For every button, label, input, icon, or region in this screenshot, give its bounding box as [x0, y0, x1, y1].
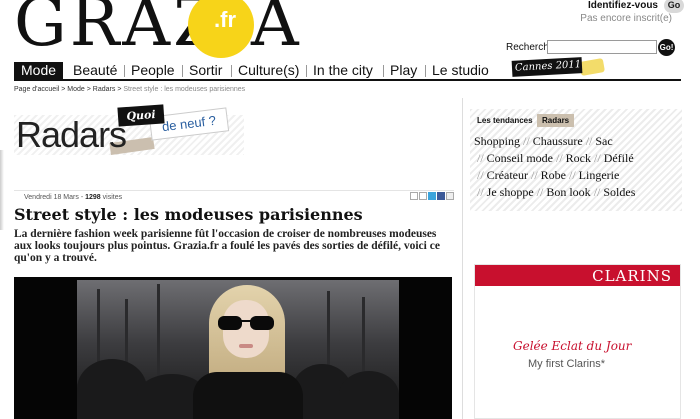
share-icons [409, 192, 454, 202]
login-link[interactable]: Identifiez-vous [588, 0, 658, 11]
cannes-label: Cannes [514, 60, 553, 74]
tag-je-shoppe[interactable]: Je shoppe [487, 185, 534, 199]
nav-separator [425, 65, 426, 77]
breadcrumb: Page d'accueil > Mode > Radars > Street … [14, 86, 245, 93]
nav-item-sortir[interactable]: Sortir [189, 62, 222, 79]
tag-rock[interactable]: Rock [566, 151, 591, 165]
nav-separator [306, 65, 307, 77]
tag-separator: // [477, 168, 484, 182]
left-edge-shadow [0, 150, 4, 230]
plus-icon[interactable] [446, 192, 454, 200]
photo-sunglasses [218, 316, 274, 330]
article-meta: Vendredi 18 Mars - 1298 visites [14, 190, 454, 203]
facebook-icon[interactable] [437, 192, 445, 200]
nav-item-mode[interactable]: Mode [14, 62, 64, 79]
nav-item-cultures[interactable]: Culture(s) [238, 62, 299, 79]
article-date: Vendredi 18 Mars [24, 194, 79, 201]
tag-separator: // [523, 134, 530, 148]
article-title: Street style : les modeuses parisiennes [14, 205, 363, 224]
tag-row-4: // Je shoppe // Bon look // Soldes [477, 185, 635, 200]
tag-separator: // [569, 168, 576, 182]
breadcrumb-radars[interactable]: Radars [93, 86, 116, 93]
nav-separator [383, 65, 384, 77]
tag-lingerie[interactable]: Lingerie [579, 168, 620, 182]
column-divider [462, 98, 463, 419]
email-icon[interactable] [419, 192, 427, 200]
tag-separator: // [556, 151, 563, 165]
tendances-tab-radars[interactable]: Radars [537, 114, 575, 127]
ad-brand: CLARINS [592, 267, 672, 285]
tag-bon-look[interactable]: Bon look [546, 185, 590, 199]
photo-woman-jacket [193, 372, 303, 419]
article-views-count: 1298 [85, 194, 101, 201]
tag-sac[interactable]: Sac [595, 134, 612, 148]
clarins-ad[interactable]: CLARINS Gelée Eclat du Jour My first Cla… [474, 264, 681, 419]
breadcrumb-current: Street style : les modeuses parisiennes [123, 86, 246, 93]
photo-crowd [339, 371, 399, 419]
article-date-line: Vendredi 18 Mars - 1298 visites [24, 194, 123, 201]
tag-conseil-mode[interactable]: Conseil mode [487, 151, 553, 165]
tendances-label: Les tendances [477, 116, 533, 125]
tag-separator: // [594, 151, 601, 165]
tag-row-1: Shopping // Chaussure // Sac [474, 134, 613, 149]
nav-item-beaute[interactable]: Beauté [73, 62, 117, 79]
tag-separator: // [477, 151, 484, 165]
ad-brand-bar: CLARINS [475, 265, 680, 286]
section-title: Radars [16, 114, 127, 155]
tag-row-3: // Créateur // Robe // Lingerie [477, 168, 619, 183]
search-input[interactable] [547, 40, 657, 54]
cannes-year: 2011 [555, 59, 582, 72]
breadcrumb-separator: > [84, 86, 93, 93]
register-link[interactable]: Pas encore inscrit(e) [580, 13, 672, 24]
tag-separator: // [536, 185, 544, 199]
login-go-button[interactable]: Go [664, 0, 684, 13]
tag-separator: // [593, 185, 601, 199]
article-views-label: visites [102, 194, 123, 201]
ad-slogan: My first Clarins* [528, 358, 606, 370]
tag-soldes[interactable]: Soldes [603, 185, 635, 199]
nav-item-people[interactable]: People [131, 62, 175, 79]
tag-chaussure[interactable]: Chaussure [533, 134, 583, 148]
print-icon[interactable] [410, 192, 418, 200]
tag-separator: // [530, 168, 538, 182]
search-go-button[interactable]: Go! [658, 39, 675, 56]
breadcrumb-mode[interactable]: Mode [67, 86, 85, 93]
tag-row-2: // Conseil mode // Rock // Défilé [477, 151, 634, 166]
photo-street-scene [77, 280, 399, 419]
nav-separator [182, 65, 183, 77]
tag-robe[interactable]: Robe [541, 168, 566, 182]
sunglasses-lens [218, 316, 242, 330]
nav-item-in-the-city[interactable]: In the city [313, 62, 373, 79]
grazia-logo[interactable]: GRAZIA [14, 0, 302, 56]
tag-separator: // [585, 134, 593, 148]
tag-createur[interactable]: Créateur [487, 168, 528, 182]
twitter-icon[interactable] [428, 192, 436, 200]
ad-product-name: Gelée Eclat du Jour [513, 339, 632, 353]
tag-shopping[interactable]: Shopping [474, 134, 520, 148]
nav-item-le-studio[interactable]: Le studio [432, 62, 489, 79]
article-photo[interactable] [14, 277, 452, 419]
quoi-badge: Quoi [117, 104, 165, 127]
nav-separator [124, 65, 125, 77]
sunglasses-lens [250, 316, 274, 330]
photo-woman-lips [239, 344, 253, 348]
nav-separator [231, 65, 232, 77]
tag-separator: // [477, 185, 484, 199]
tag-defile[interactable]: Défilé [604, 151, 634, 165]
article-lead: La dernière fashion week parisienne fût … [14, 228, 440, 264]
nav-item-play[interactable]: Play [390, 62, 417, 79]
breadcrumb-home[interactable]: Page d'accueil [14, 86, 59, 93]
